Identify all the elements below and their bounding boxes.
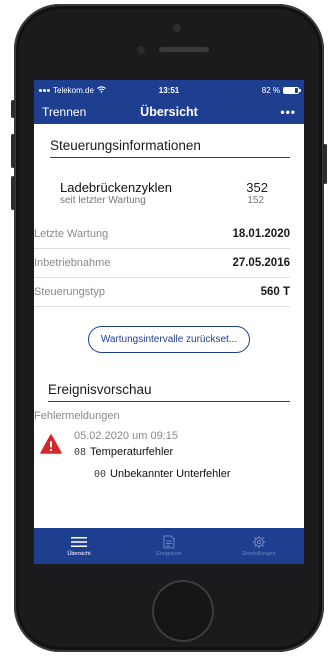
suberror-text: Unbekannter Unterfehler bbox=[110, 468, 231, 480]
event-suberror-line: 00 Unbekannter Unterfehler bbox=[94, 468, 231, 480]
since-service-value: 152 bbox=[247, 195, 264, 206]
info-label: Steuerungstyp bbox=[34, 286, 105, 298]
reset-maintenance-button[interactable]: Wartungsintervalle zurückset... bbox=[87, 326, 251, 353]
event-item[interactable]: 05.02.2020 um 09:15 08 Temperaturfehler … bbox=[40, 430, 290, 480]
tab-overview[interactable]: Übersicht bbox=[34, 528, 124, 564]
nav-bar: Trennen Übersicht ••• bbox=[34, 100, 304, 124]
info-value: 27.05.2016 bbox=[232, 257, 290, 269]
list-icon bbox=[71, 535, 87, 549]
signal-icon bbox=[39, 88, 50, 92]
main-content: Steuerungsinformationen Ladebrückenzykle… bbox=[34, 124, 304, 480]
since-service-label: seit letzter Wartung bbox=[60, 195, 146, 206]
volume-up-button bbox=[11, 134, 15, 168]
tab-bar: Übersicht Ereignisse Einstellungen bbox=[34, 528, 304, 564]
battery-icon bbox=[283, 86, 301, 94]
info-row-control-type: Steuerungstyp 560 T bbox=[34, 278, 290, 307]
status-right: 82 % bbox=[261, 85, 301, 95]
info-label: Letzte Wartung bbox=[34, 228, 109, 240]
wifi-icon bbox=[97, 85, 106, 95]
more-button[interactable]: ••• bbox=[280, 105, 296, 119]
status-left: Telekom.de bbox=[39, 86, 106, 95]
tab-label: Übersicht bbox=[67, 551, 91, 557]
event-time: 05.02.2020 um 09:15 bbox=[74, 430, 178, 442]
tab-label: Einstellungen bbox=[242, 551, 276, 557]
info-row-commissioning: Inbetriebnahme 27.05.2016 bbox=[34, 249, 290, 278]
gear-icon bbox=[252, 535, 266, 549]
earpiece-speaker bbox=[159, 47, 209, 52]
front-camera bbox=[173, 24, 181, 32]
home-button[interactable] bbox=[152, 580, 214, 642]
error-code: 08 bbox=[74, 446, 87, 458]
error-messages-heading: Fehlermeldungen bbox=[34, 410, 120, 422]
tab-label: Ereignisse bbox=[156, 551, 182, 557]
error-text: Temperaturfehler bbox=[90, 446, 174, 458]
reset-button-wrap: Wartungsintervalle zurückset... bbox=[48, 326, 290, 353]
power-button bbox=[323, 144, 327, 184]
tab-events[interactable]: Ereignisse bbox=[124, 528, 214, 564]
event-body: 05.02.2020 um 09:15 08 Temperaturfehler … bbox=[74, 430, 231, 480]
event-error-line: 08 Temperaturfehler bbox=[74, 446, 231, 458]
info-label: Inbetriebnahme bbox=[34, 257, 111, 269]
battery-percent: 82 % bbox=[261, 85, 280, 95]
mute-switch bbox=[11, 100, 15, 118]
cycles-block: Ladebrückenzyklen 352 seit letzter Wartu… bbox=[60, 180, 290, 206]
control-info-heading: Steuerungsinformationen bbox=[50, 124, 290, 158]
app-screen: Telekom.de 13:51 82 % Trennen Übersicht … bbox=[34, 80, 304, 564]
suberror-code: 00 bbox=[94, 468, 107, 480]
tab-settings[interactable]: Einstellungen bbox=[214, 528, 304, 564]
cycles-label: Ladebrückenzyklen bbox=[60, 180, 173, 195]
info-row-last-service: Letzte Wartung 18.01.2020 bbox=[34, 220, 290, 249]
disconnect-button[interactable]: Trennen bbox=[42, 105, 86, 119]
warning-icon bbox=[40, 434, 62, 454]
events-heading: Ereignisvorschau bbox=[48, 368, 290, 402]
cycles-value: 352 bbox=[246, 180, 268, 195]
info-value: 18.01.2020 bbox=[232, 228, 290, 240]
volume-down-button bbox=[11, 176, 15, 210]
carrier-label: Telekom.de bbox=[53, 85, 94, 95]
info-value: 560 T bbox=[260, 286, 290, 298]
status-bar: Telekom.de 13:51 82 % bbox=[34, 80, 304, 100]
document-icon bbox=[163, 535, 175, 549]
since-service-row: seit letzter Wartung 152 bbox=[60, 195, 290, 206]
proximity-sensor bbox=[137, 46, 145, 54]
cycles-row: Ladebrückenzyklen 352 bbox=[60, 180, 290, 195]
info-list: Letzte Wartung 18.01.2020 Inbetriebnahme… bbox=[34, 220, 290, 307]
battery-fill bbox=[284, 87, 296, 93]
